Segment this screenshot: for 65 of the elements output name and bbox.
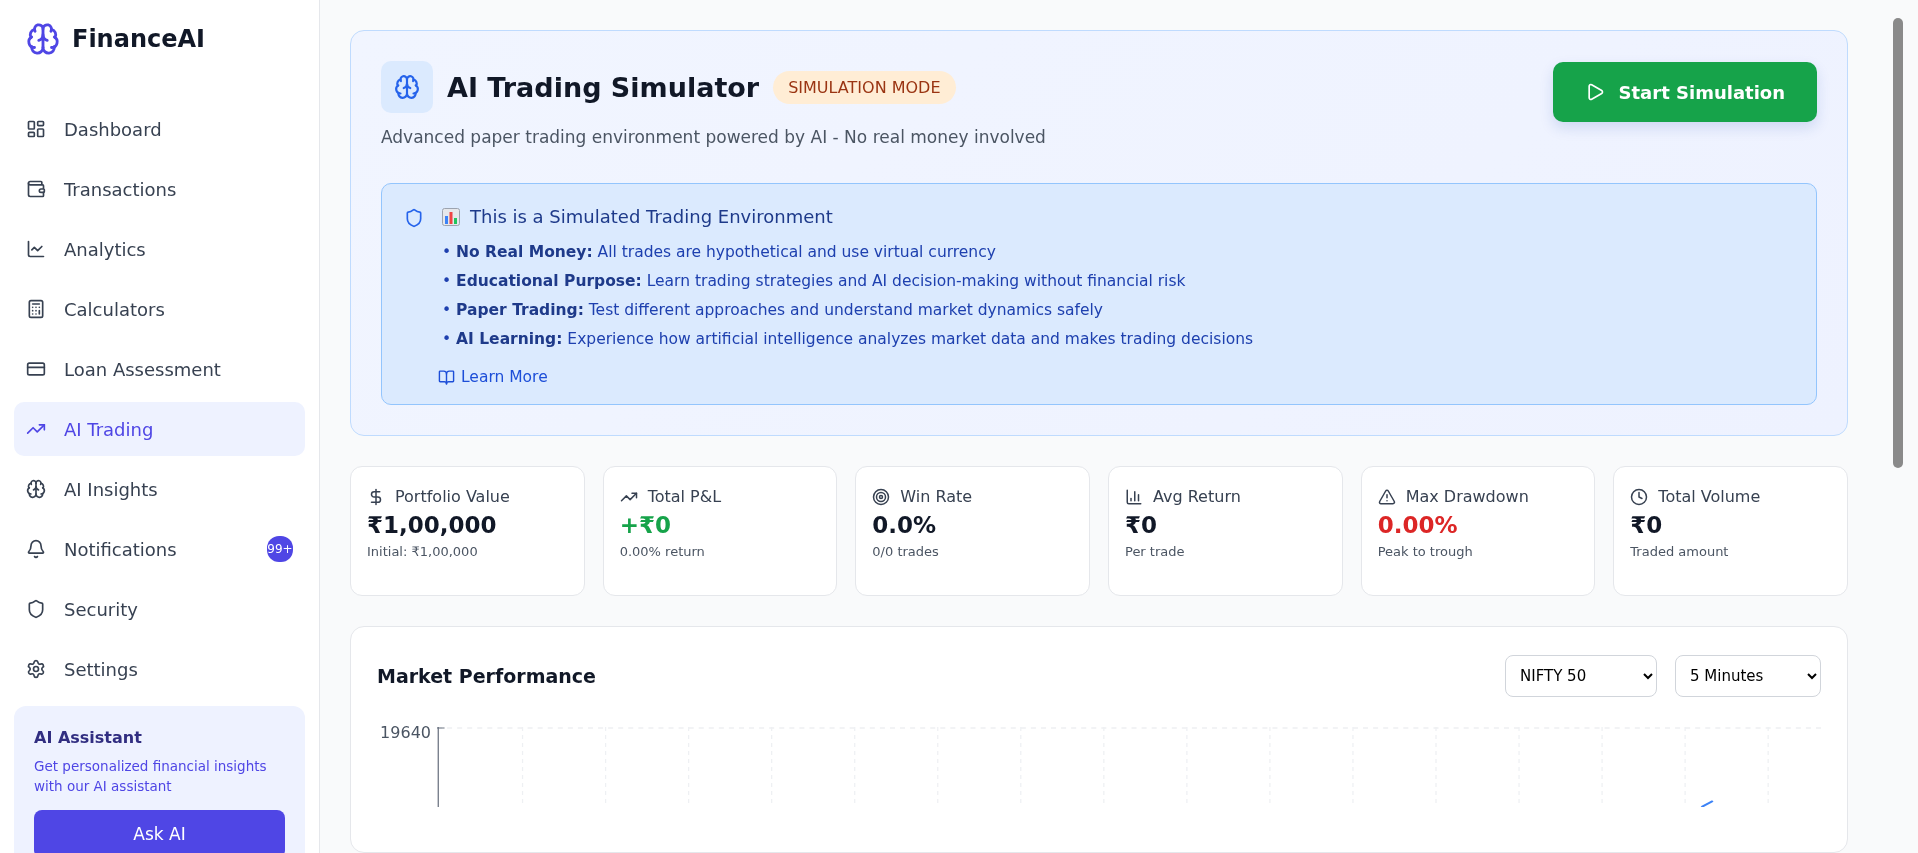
axis-tick-label: 19640: [379, 725, 432, 744]
page-subtitle: Advanced paper trading environment powered by AI - No real money involved: [381, 127, 1046, 147]
stat-note: Traded amount: [1630, 544, 1730, 559]
notice-bullet: • Paper Trading: Test different approaches and understand market dynamics safely: [442, 301, 1105, 319]
brain-icon: [26, 479, 46, 499]
stat-value: +₹0: [619, 512, 672, 538]
wallet-icon: [26, 179, 46, 199]
clock-icon: [1630, 487, 1649, 506]
calculator-icon: [26, 299, 46, 319]
notice-bullet: • AI Learning: Experience how artificial intelligence analyzes market data and makes trading decisions: [442, 330, 1254, 348]
count-badge: 99+: [267, 536, 293, 562]
bar-chart-icon: [442, 207, 460, 226]
assistant-text: Get personalized financial insights with our AI assistant: [34, 757, 268, 796]
nav-item[interactable]: Settings: [14, 642, 305, 696]
card-icon: [26, 359, 46, 379]
stat-label: Total P&L: [647, 487, 722, 506]
gear-icon: [26, 659, 46, 679]
notice-bullet: • Educational Purpose: Learn trading strategies and AI decision-making without financial risk: [442, 272, 1187, 290]
assistant-title: AI Assistant: [34, 728, 143, 747]
stat-label: Total Volume: [1658, 487, 1761, 506]
brain-icon: [381, 61, 433, 113]
notice-bullet: • No Real Money: All trades are hypothetical and use virtual currency: [442, 243, 997, 261]
stat-value: ₹0: [1630, 512, 1664, 538]
stat-label: Portfolio Value: [395, 487, 510, 506]
nav-item[interactable]: Analytics: [14, 222, 305, 276]
stat-value: 0.00%: [1377, 512, 1459, 538]
bell-icon: [26, 539, 46, 559]
nav-item[interactable]: Transactions: [14, 162, 305, 216]
nav-item[interactable]: Security: [14, 582, 305, 636]
nav-item[interactable]: Calculators: [14, 282, 305, 336]
bar-chart-icon: [1125, 487, 1143, 506]
ask-ai-button[interactable]: Ask AI: [34, 810, 285, 853]
learn-more-link[interactable]: Learn More: [438, 368, 548, 386]
stat-label: Max Drawdown: [1405, 487, 1529, 506]
stat-note: Per trade: [1125, 544, 1186, 559]
stat-note: 0/0 trades: [872, 544, 940, 559]
stat-label: Win Rate: [900, 487, 973, 506]
mode-badge: SIMULATION MODE: [773, 70, 956, 104]
stat-value: 0.0%: [872, 512, 938, 538]
shield-icon: [26, 599, 46, 619]
brain-logo-icon: [26, 22, 60, 56]
index-dropdown[interactable]: NIFTY 50: [1505, 655, 1657, 697]
line-chart-icon: [26, 239, 46, 259]
stat-note: 0.00% return: [619, 544, 706, 559]
chart-title: Market Performance: [377, 665, 596, 687]
stat-value: ₹0: [1125, 512, 1158, 538]
nav-item[interactable]: Loan Assessment: [14, 342, 305, 396]
page-title: AI Trading Simulator: [447, 71, 760, 103]
nav-item[interactable]: AI Trading: [14, 402, 305, 456]
brand-name: FinanceAI: [72, 25, 205, 53]
warning-icon: [1377, 487, 1396, 506]
dashboard-icon: [26, 119, 46, 139]
nav-item[interactable]: AI Insights: [14, 462, 305, 516]
notice-title: This is a Simulated Trading Environment: [470, 206, 833, 227]
nav-item[interactable]: Notifications 99+: [14, 522, 305, 576]
shield-icon: [404, 208, 424, 228]
stat-note: Initial: ₹1,00,000: [367, 544, 479, 559]
nav-item[interactable]: Dashboard: [14, 102, 305, 156]
book-icon: [438, 368, 455, 386]
scrollbar-thumb[interactable]: [1893, 18, 1903, 468]
target-icon: [872, 487, 891, 506]
stat-note: Peak to trough: [1377, 544, 1474, 559]
stat-value: ₹1,00,000: [367, 512, 498, 538]
stat-label: Avg Return: [1153, 487, 1241, 506]
interval-dropdown[interactable]: 5 Minutes: [1675, 655, 1821, 697]
